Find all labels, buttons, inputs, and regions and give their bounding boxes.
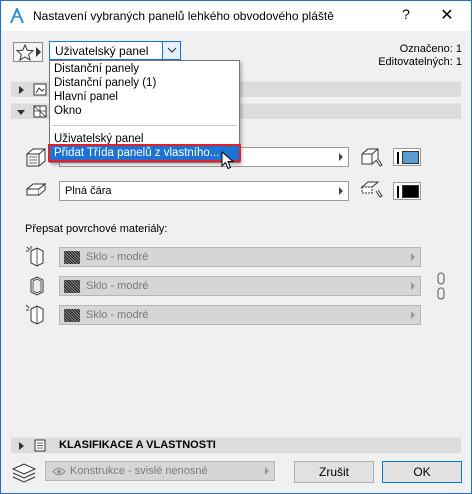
dropdown-separator — [52, 125, 237, 126]
glass-pattern-icon — [64, 280, 80, 293]
ok-button[interactable]: OK — [382, 461, 462, 483]
panel-type-combo[interactable]: Uživatelský panel — [49, 41, 181, 60]
chain-link-icon[interactable] — [435, 271, 447, 301]
material-frame-icon — [26, 246, 44, 267]
expand-arrow-icon — [19, 442, 24, 450]
chevron-right-icon — [339, 153, 343, 161]
line-type-field[interactable]: Plná čára — [59, 181, 349, 201]
swatch-fill — [402, 185, 419, 198]
dropdown-item-distancni-panely[interactable]: Distanční panely — [50, 62, 239, 76]
preview-icon — [33, 83, 47, 96]
favorites-button[interactable] — [13, 42, 43, 62]
chevron-right-icon — [339, 187, 343, 195]
dropdown-item-uzivatelsky-panel[interactable]: Uživatelský panel — [50, 132, 239, 146]
close-button[interactable]: ✕ — [435, 5, 459, 27]
chevron-right-icon — [411, 282, 415, 290]
dropdown-item-distancni-panely-1[interactable]: Distanční panely (1) — [50, 76, 239, 90]
material-glass-icon — [30, 276, 44, 296]
mouse-pointer-icon — [221, 151, 235, 170]
line-type-value: Plná čára — [65, 185, 112, 197]
favorites-arrow-icon — [36, 47, 41, 57]
panel-grid-icon — [33, 105, 47, 118]
panel-type-value: Uživatelský panel — [55, 44, 149, 58]
material-value-2: Sklo - modré — [86, 280, 149, 292]
chevron-right-icon — [411, 311, 415, 319]
classification-label: KLASIFIKACE A VLASTNOSTI — [59, 439, 216, 451]
glass-pattern-icon — [64, 309, 80, 322]
editable-count: Editovatelných: 1 — [378, 56, 462, 68]
dropdown-item-hlavni-panel[interactable]: Hlavní panel — [50, 90, 239, 104]
line-pen-icon — [360, 181, 383, 198]
surface-color-swatch[interactable] — [393, 148, 421, 166]
curtain-wall-app-icon — [10, 8, 24, 24]
combo-dropdown-button[interactable] — [162, 42, 180, 59]
material-value-3: Sklo - modré — [86, 309, 149, 321]
section-classification[interactable]: KLASIFIKACE A VLASTNOSTI — [11, 437, 461, 453]
override-materials-label: Přepsat povrchové materiály: — [25, 223, 168, 235]
title-bar: Nastavení vybraných panelů lehkého obvod… — [1, 1, 471, 31]
material-field-1: Sklo - modré — [59, 247, 421, 267]
swatch-bar — [397, 186, 399, 198]
material-field-2: Sklo - modré — [59, 276, 421, 296]
layer-value: Konstrukce - svislé nenosné — [70, 465, 208, 477]
help-button[interactable]: ? — [396, 6, 416, 26]
dropdown-item-okno[interactable]: Okno — [50, 104, 239, 118]
expand-arrow-icon — [19, 86, 24, 94]
swatch-bar — [397, 152, 399, 164]
chevron-right-icon — [265, 467, 269, 475]
collapse-arrow-icon — [17, 110, 25, 115]
material-field-3: Sklo - modré — [59, 305, 421, 325]
line-color-swatch[interactable] — [393, 182, 421, 200]
surface-pen-icon — [361, 148, 383, 167]
selection-info: Označeno: 1 Editovatelných: 1 — [378, 43, 462, 69]
swatch-fill — [402, 151, 419, 164]
panel-type-dropdown: Distanční panely Distanční panely (1) Hl… — [48, 60, 241, 163]
dropdown-item-add-panel-class[interactable]: Přidat Třída panelů z vlastního... — [48, 144, 241, 162]
panel-3d-icon — [26, 148, 46, 167]
bottom-bar: Konstrukce - svislé nenosné Zrušit OK — [1, 453, 471, 493]
layer-field: Konstrukce - svislé nenosné — [45, 461, 275, 481]
chevron-down-icon — [167, 47, 177, 53]
selected-count: Označeno: 1 — [399, 43, 462, 55]
chevron-right-icon — [411, 253, 415, 261]
document-icon — [34, 439, 46, 452]
layers-icon — [11, 463, 37, 483]
material-other-side-icon — [25, 304, 44, 325]
line-type-icon — [25, 182, 47, 196]
glass-pattern-icon — [64, 251, 80, 264]
cancel-button[interactable]: Zrušit — [294, 461, 374, 483]
dialog-window: Nastavení vybraných panelů lehkého obvod… — [0, 0, 472, 494]
star-icon — [16, 44, 34, 61]
material-value-1: Sklo - modré — [86, 251, 149, 263]
window-title: Nastavení vybraných panelů lehkého obvod… — [33, 9, 334, 23]
eye-icon — [52, 467, 66, 476]
